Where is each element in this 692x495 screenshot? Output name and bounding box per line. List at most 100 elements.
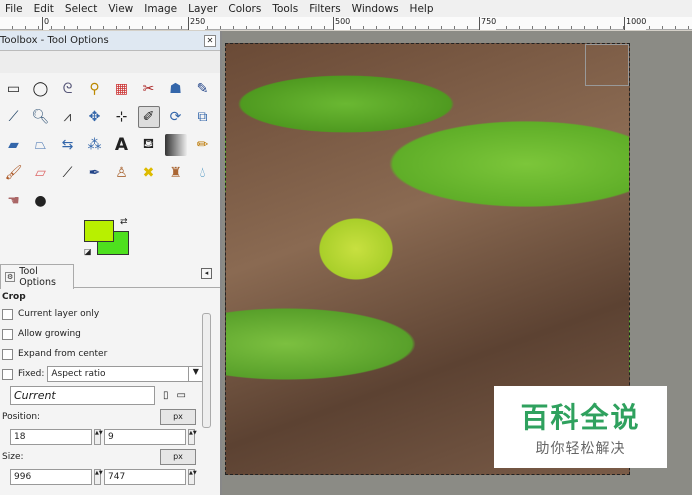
align-tool[interactable]: ⊹	[111, 106, 133, 128]
toolbox-titlebar: Toolbox - Tool Options ✕	[0, 31, 220, 51]
ruler-label: 1000	[624, 17, 647, 30]
dodge-burn-tool[interactable]: ●	[30, 190, 52, 212]
tab-menu-button[interactable]: ◂	[201, 268, 212, 279]
toolbox-panel: Toolbox - Tool Options ✕ ▭ ◯ ᘓ ⚲ ▦ ✂ ☗ ✎…	[0, 31, 222, 495]
position-x-input[interactable]: 18	[10, 429, 92, 445]
size-row: Size: px	[0, 447, 220, 467]
crop-tool[interactable]: ✐	[137, 106, 160, 128]
perspective-tool[interactable]: ⏢	[30, 134, 52, 156]
tab-tool-options[interactable]: ⚙ Tool Options	[0, 264, 74, 289]
size-w-input[interactable]: 996	[10, 469, 92, 485]
menu-edit[interactable]: Edit	[34, 3, 54, 15]
tool-grid: ▭ ◯ ᘓ ⚲ ▦ ✂ ☗ ✎ ⟋ 🔍︎ ⩘ ✥ ⊹ ✐ ⟳ ⧉ ▰ ⏢ ⇆ ⁂…	[0, 73, 220, 215]
checkbox[interactable]	[2, 308, 13, 320]
spinner[interactable]: ▲▼	[94, 429, 103, 445]
blend-tool[interactable]	[164, 134, 187, 156]
clone-tool[interactable]: ♙	[111, 162, 133, 184]
menubar: File Edit Select View Image Layer Colors…	[0, 0, 692, 17]
position-y-input[interactable]: 9	[104, 429, 186, 445]
heal-tool[interactable]: ✖	[138, 162, 160, 184]
zoom-tool[interactable]: 🔍︎	[30, 106, 52, 128]
crop-handle[interactable]	[585, 44, 629, 86]
landscape-icon[interactable]: ▭	[177, 390, 186, 401]
menu-colors[interactable]: Colors	[228, 3, 261, 15]
position-inputs: 18 ▲▼ 9 ▲▼	[0, 427, 220, 447]
flip-tool[interactable]: ⇆	[57, 134, 79, 156]
default-colors-icon[interactable]: ◪	[84, 247, 92, 256]
label: Current layer only	[18, 309, 100, 319]
size-label: Size:	[2, 452, 24, 462]
label: Fixed:	[18, 369, 45, 379]
paths-tool[interactable]: ✎	[192, 78, 214, 100]
spinner[interactable]: ▲▼	[188, 429, 197, 445]
spinner[interactable]: ▲▼	[94, 469, 103, 485]
bucket-fill-tool[interactable]: ⛾	[138, 134, 160, 156]
menu-image[interactable]: Image	[144, 3, 177, 15]
fixed-checkbox[interactable]	[2, 368, 13, 380]
size-unit-select[interactable]: px	[160, 449, 196, 465]
current-layer-only-option[interactable]: Current layer only	[0, 304, 220, 324]
scrollbar-thumb[interactable]	[202, 313, 211, 428]
toolbox-title: Toolbox - Tool Options	[0, 35, 109, 46]
menu-layer[interactable]: Layer	[188, 3, 217, 15]
shear-tool[interactable]: ▰	[3, 134, 25, 156]
fuzzy-select-tool[interactable]: ⚲	[84, 78, 106, 100]
checkbox[interactable]	[2, 328, 13, 340]
ink-tool[interactable]: ✒	[84, 162, 106, 184]
rect-select-tool[interactable]: ▭	[3, 78, 25, 100]
free-select-tool[interactable]: ᘓ	[57, 78, 79, 100]
options-scrollbar[interactable]	[201, 288, 212, 488]
measure-tool[interactable]: ⩘	[57, 106, 79, 128]
smudge-tool[interactable]: ☚	[3, 190, 25, 212]
swap-colors-icon[interactable]: ⇄	[120, 217, 128, 227]
watermark: 百科全说 助你轻松解决	[494, 386, 667, 468]
menu-tools[interactable]: Tools	[272, 3, 298, 15]
cage-tool[interactable]: ⁂	[84, 134, 106, 156]
menu-filters[interactable]: Filters	[309, 3, 340, 15]
aspect-input[interactable]: Current	[10, 386, 155, 405]
expand-from-center-option[interactable]: Expand from center	[0, 344, 220, 364]
menu-view[interactable]: View	[108, 3, 133, 15]
ellipse-select-tool[interactable]: ◯	[30, 78, 52, 100]
horizontal-ruler[interactable]: 0 250 500 750 1000	[0, 17, 692, 30]
scissors-tool[interactable]: ✂	[138, 78, 160, 100]
color-picker-tool[interactable]: ⟋	[3, 106, 25, 128]
text-tool[interactable]: A	[111, 134, 133, 156]
menu-file[interactable]: File	[5, 3, 23, 15]
select-by-color-tool[interactable]: ▦	[111, 78, 133, 100]
section-title: Crop	[2, 292, 26, 302]
spinner[interactable]: ▲▼	[188, 469, 197, 485]
foreground-color[interactable]	[84, 220, 114, 242]
tool-options: Crop Current layer only Allow growing Ex…	[0, 288, 220, 487]
position-unit-select[interactable]: px	[160, 409, 196, 425]
perspective-clone-tool[interactable]: ♜	[165, 162, 187, 184]
watermark-subtitle: 助你轻松解决	[535, 441, 626, 457]
close-icon[interactable]: ✕	[204, 34, 216, 47]
dock-tab-bar: ⚙ Tool Options ◂	[0, 262, 220, 289]
menu-help[interactable]: Help	[410, 3, 434, 15]
portrait-icon[interactable]: ▯	[163, 390, 169, 401]
scale-tool[interactable]: ⧉	[192, 106, 214, 128]
label: Expand from center	[18, 349, 108, 359]
aspect-row: Current ▯ ▭	[0, 384, 220, 407]
paintbrush-tool[interactable]: 🖌︎	[3, 162, 25, 184]
move-tool[interactable]: ✥	[84, 106, 106, 128]
airbrush-tool[interactable]: ⟋	[57, 162, 79, 184]
fixed-select[interactable]: Aspect ratio ▼	[47, 366, 204, 382]
menu-windows[interactable]: Windows	[352, 3, 399, 15]
foreground-select-tool[interactable]: ☗	[165, 78, 187, 100]
watermark-title: 百科全说	[520, 401, 641, 434]
checkbox[interactable]	[2, 348, 13, 360]
tool-options-icon: ⚙	[5, 272, 16, 282]
blur-tool[interactable]: 💧︎	[192, 162, 214, 184]
tab-label: Tool Options	[19, 266, 56, 288]
label: Allow growing	[18, 329, 81, 339]
allow-growing-option[interactable]: Allow growing	[0, 324, 220, 344]
rotate-tool[interactable]: ⟳	[165, 106, 187, 128]
position-row: Position: px	[0, 407, 220, 427]
size-h-input[interactable]: 747	[104, 469, 186, 485]
pencil-tool[interactable]: ✏	[192, 134, 214, 156]
ruler-label: 250	[188, 17, 206, 30]
eraser-tool[interactable]: ▱	[30, 162, 52, 184]
menu-select[interactable]: Select	[65, 3, 97, 15]
